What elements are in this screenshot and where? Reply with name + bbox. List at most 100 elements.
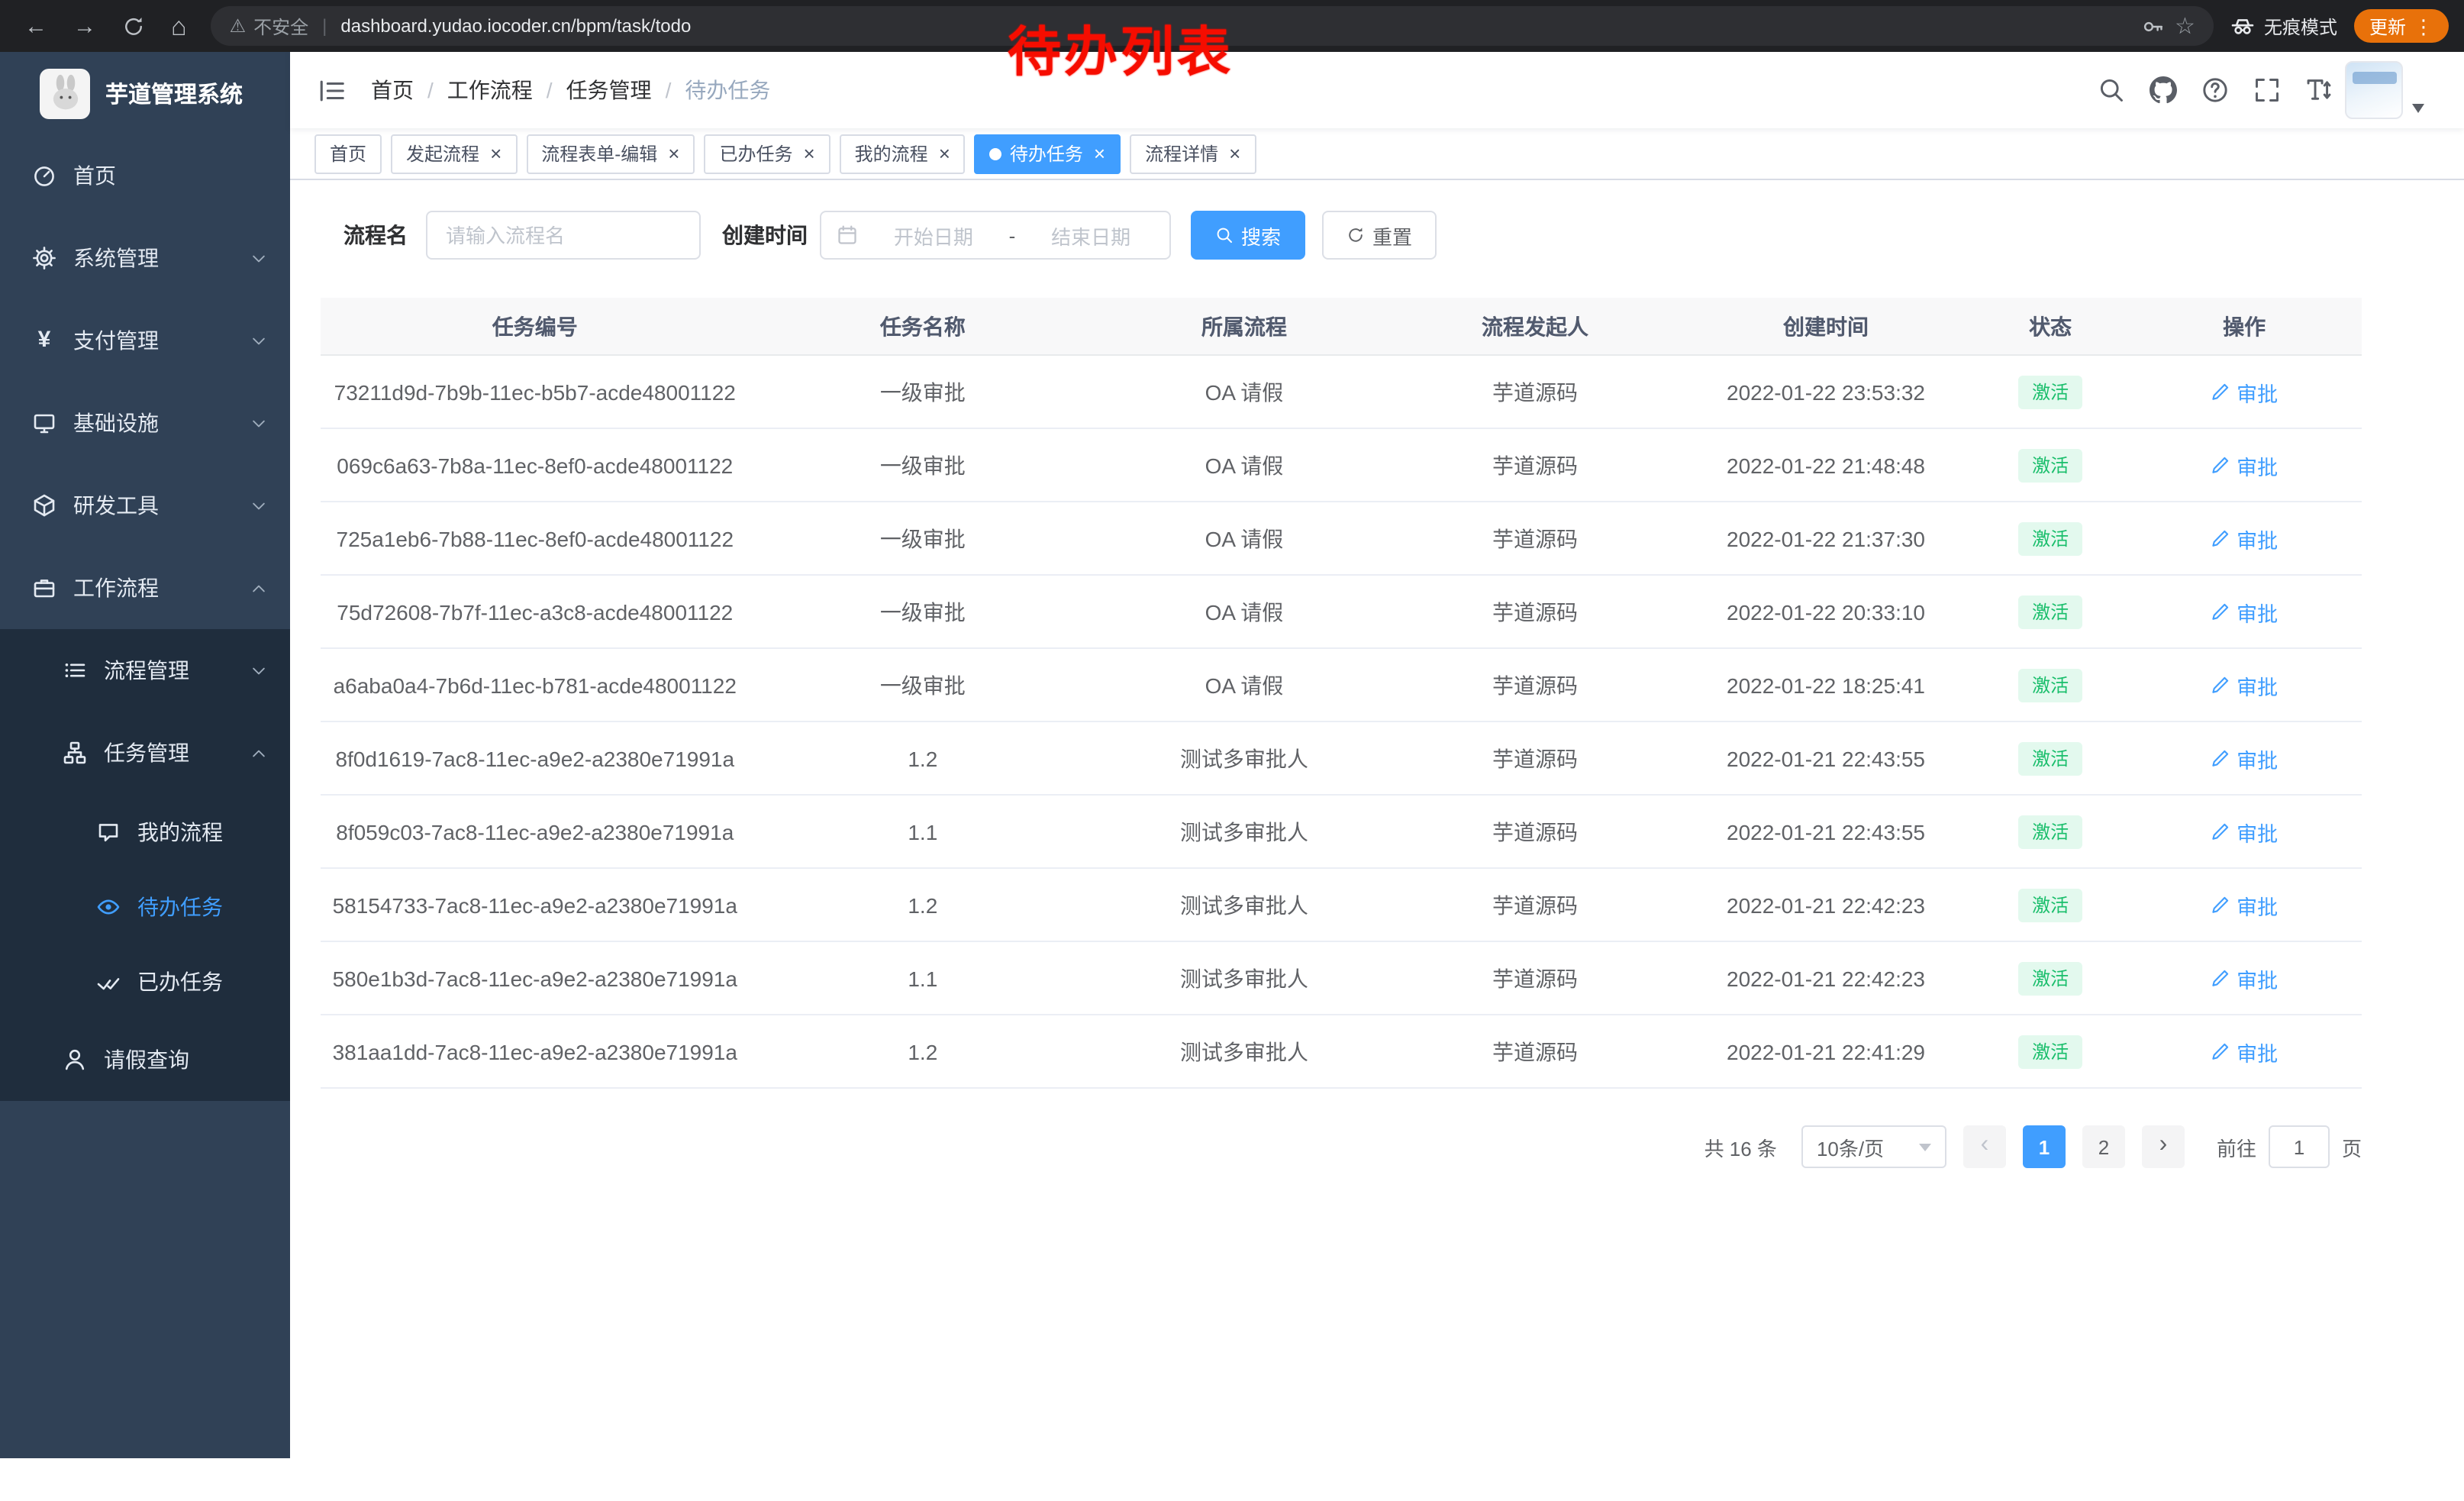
- home-icon[interactable]: ⌂: [171, 13, 187, 39]
- incognito-icon: [2230, 14, 2255, 38]
- process-name-input[interactable]: [426, 211, 701, 260]
- forward-icon[interactable]: →: [73, 15, 96, 37]
- help-icon[interactable]: [2201, 76, 2229, 104]
- sidebar-item-label: 研发工具: [73, 490, 159, 521]
- task-created: 2022-01-22 23:53:32: [1678, 379, 1974, 404]
- sidebar-item-system[interactable]: 系统管理: [0, 217, 290, 299]
- close-icon[interactable]: ×: [939, 144, 950, 163]
- security-chip[interactable]: ⚠ 不安全: [230, 13, 309, 39]
- chevron-down-icon: [250, 497, 267, 514]
- breadcrumb-task-management[interactable]: 任务管理: [566, 75, 652, 105]
- table-row: 069c6a63-7b8a-11ec-8ef0-acde48001122 一级审…: [321, 429, 2362, 502]
- task-name: 一级审批: [750, 670, 1097, 700]
- breadcrumb-home[interactable]: 首页: [371, 75, 414, 105]
- avatar[interactable]: [2345, 61, 2403, 119]
- task-process: 测试多审批人: [1096, 963, 1392, 993]
- browser-menu-icon[interactable]: ⋮: [2414, 16, 2433, 36]
- browser-update-button[interactable]: 更新 ⋮: [2354, 9, 2449, 43]
- page-button-1[interactable]: 1: [2023, 1125, 2066, 1168]
- sidebar-item-todo-tasks[interactable]: 待办任务: [0, 869, 290, 944]
- sidebar-item-infrastructure[interactable]: 基础设施: [0, 382, 290, 464]
- breadcrumb-current: 待办任务: [685, 75, 770, 105]
- close-icon[interactable]: ×: [668, 144, 679, 163]
- tab-my-process[interactable]: 我的流程 ×: [840, 134, 966, 173]
- goto-page-input[interactable]: [2269, 1125, 2330, 1168]
- reset-button[interactable]: 重置: [1322, 211, 1437, 260]
- prev-page-button[interactable]: ‹: [1963, 1125, 2006, 1168]
- sidebar-collapse-icon[interactable]: [318, 76, 347, 105]
- audit-link[interactable]: 审批: [2211, 670, 2278, 700]
- bookmark-star-icon[interactable]: ☆: [2175, 12, 2195, 40]
- next-page-button[interactable]: ›: [2142, 1125, 2185, 1168]
- sidebar-item-process-management[interactable]: 流程管理: [0, 629, 290, 712]
- breadcrumb-separator: /: [427, 78, 434, 102]
- sidebar-item-task-management[interactable]: 任务管理: [0, 712, 290, 794]
- tab-todo-tasks[interactable]: 待办任务 ×: [975, 134, 1121, 173]
- caret-down-icon: [1919, 1143, 1931, 1151]
- tab-home[interactable]: 首页: [314, 134, 382, 173]
- sidebar-item-home[interactable]: 首页: [0, 134, 290, 217]
- audit-link[interactable]: 审批: [2211, 743, 2278, 773]
- breadcrumb-separator: /: [547, 78, 553, 102]
- close-icon[interactable]: ×: [803, 144, 814, 163]
- sidebar-item-leave-query[interactable]: 请假查询: [0, 1018, 290, 1101]
- col-created: 创建时间: [1678, 311, 1974, 341]
- sidebar-item-workflow[interactable]: 工作流程: [0, 547, 290, 629]
- audit-label: 审批: [2237, 743, 2278, 773]
- audit-link[interactable]: 审批: [2211, 889, 2278, 920]
- sidebar-item-done-tasks[interactable]: 已办任务: [0, 944, 290, 1018]
- audit-label: 审批: [2237, 376, 2278, 407]
- sidebar-item-label: 首页: [73, 160, 116, 191]
- audit-link[interactable]: 审批: [2211, 376, 2278, 407]
- fullscreen-icon[interactable]: [2253, 76, 2281, 104]
- search-icon[interactable]: [2098, 76, 2125, 104]
- password-key-icon[interactable]: [2141, 15, 2164, 37]
- github-icon[interactable]: [2150, 76, 2177, 104]
- sidebar-item-payment[interactable]: ¥ 支付管理: [0, 299, 290, 382]
- page-size-select[interactable]: 10条/页: [1801, 1125, 1946, 1168]
- sidebar-item-my-process[interactable]: 我的流程: [0, 794, 290, 869]
- sidebar-item-devtools[interactable]: 研发工具: [0, 464, 290, 547]
- date-range-picker[interactable]: 开始日期 - 结束日期: [820, 211, 1171, 260]
- audit-link[interactable]: 审批: [2211, 1036, 2278, 1067]
- dashboard-icon: [32, 163, 56, 188]
- pencil-icon: [2211, 1041, 2230, 1061]
- url-text: dashboard.yudao.iocoder.cn/bpm/task/todo: [340, 15, 691, 37]
- close-icon[interactable]: ×: [1094, 144, 1105, 163]
- briefcase-icon: [32, 576, 56, 600]
- user-menu[interactable]: [2345, 61, 2424, 119]
- tab-process-detail[interactable]: 流程详情 ×: [1130, 134, 1256, 173]
- tab-process-form-edit[interactable]: 流程表单-编辑 ×: [526, 134, 695, 173]
- search-button[interactable]: 搜索: [1191, 211, 1305, 260]
- warning-icon: ⚠: [230, 15, 247, 37]
- audit-link[interactable]: 审批: [2211, 596, 2278, 627]
- tab-done-tasks[interactable]: 已办任务 ×: [704, 134, 830, 173]
- task-created: 2022-01-21 22:43:55: [1678, 819, 1974, 844]
- audit-link[interactable]: 审批: [2211, 450, 2278, 480]
- task-process: OA 请假: [1096, 450, 1392, 480]
- task-process: OA 请假: [1096, 670, 1392, 700]
- app-logo-row[interactable]: 芋道管理系统: [0, 52, 290, 134]
- create-time-label: 创建时间: [722, 220, 808, 250]
- back-icon[interactable]: ←: [24, 15, 47, 37]
- page-button-2[interactable]: 2: [2082, 1125, 2125, 1168]
- audit-link[interactable]: 审批: [2211, 523, 2278, 554]
- annotation-todo-list: 待办列表: [1008, 9, 1234, 87]
- close-icon[interactable]: ×: [1229, 144, 1240, 163]
- audit-label: 审批: [2237, 816, 2278, 847]
- org-chart-icon: [63, 741, 87, 765]
- col-actions: 操作: [2127, 311, 2362, 341]
- status-badge: 激活: [2018, 448, 2082, 482]
- close-icon[interactable]: ×: [490, 144, 502, 163]
- reload-icon[interactable]: [122, 15, 145, 37]
- search-button-label: 搜索: [1241, 221, 1281, 250]
- task-name: 一级审批: [750, 450, 1097, 480]
- process-name-label: 流程名: [343, 220, 408, 250]
- tab-start-process[interactable]: 发起流程 ×: [391, 134, 517, 173]
- chevron-down-icon: [250, 415, 267, 431]
- audit-link[interactable]: 审批: [2211, 816, 2278, 847]
- breadcrumb-workflow[interactable]: 工作流程: [447, 75, 533, 105]
- font-size-icon[interactable]: [2305, 76, 2333, 104]
- audit-link[interactable]: 审批: [2211, 963, 2278, 993]
- search-icon: [1215, 226, 1234, 244]
